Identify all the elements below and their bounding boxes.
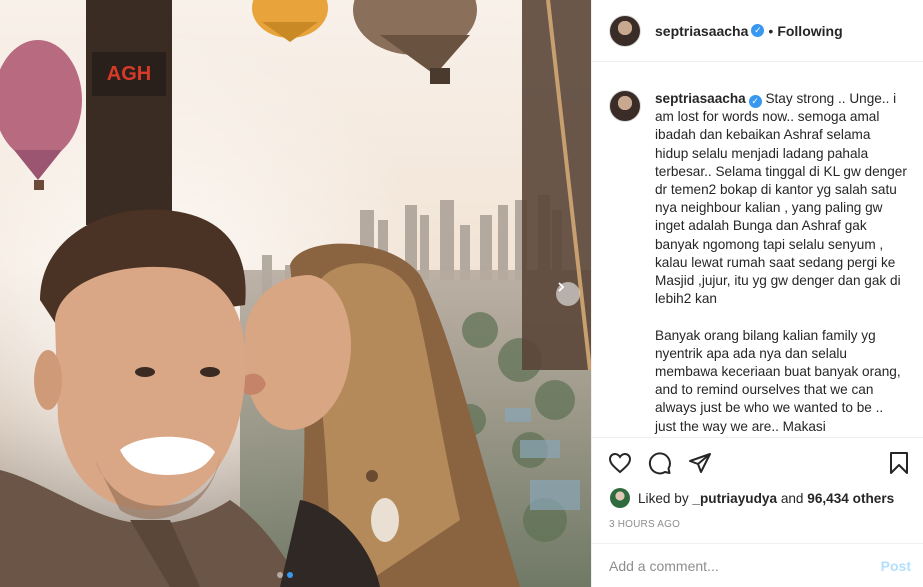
caption: septriasaacha ✓ Stay strong .. Unge.. i a… bbox=[655, 90, 907, 437]
like-button[interactable] bbox=[608, 451, 632, 475]
carousel-next-button[interactable] bbox=[556, 282, 580, 306]
post-header: septriasaacha ✓ • Following bbox=[592, 0, 923, 62]
avatar[interactable] bbox=[609, 14, 641, 47]
comments-section[interactable]: septriasaacha ✓ Stay strong .. Unge.. i a… bbox=[592, 62, 923, 437]
share-icon bbox=[689, 453, 711, 473]
carousel-dot bbox=[277, 572, 283, 578]
header-separator: • bbox=[768, 22, 774, 39]
likes-prefix: Liked by bbox=[638, 490, 689, 506]
caption-avatar[interactable] bbox=[609, 90, 641, 122]
bookmark-icon bbox=[890, 452, 908, 474]
selfie-image bbox=[0, 0, 591, 587]
comment-input[interactable]: Add a comment... bbox=[609, 558, 719, 574]
caption-username[interactable]: septriasaacha bbox=[655, 91, 746, 106]
likes-connector: and bbox=[780, 490, 804, 506]
post-timestamp[interactable]: 3 HOURS AGO bbox=[592, 519, 923, 530]
heart-icon bbox=[608, 452, 632, 474]
liker-avatar[interactable] bbox=[610, 488, 630, 508]
action-icons bbox=[592, 438, 923, 488]
post-comment-button[interactable]: Post bbox=[881, 558, 911, 574]
post-actions: Liked by _putriayudya and 96,434 others … bbox=[592, 437, 923, 530]
chevron-right-icon bbox=[558, 282, 565, 292]
verified-badge-icon: ✓ bbox=[748, 95, 762, 108]
header-username[interactable]: septriasaacha bbox=[655, 23, 748, 39]
caption-text: Stay strong .. Unge.. i am lost for word… bbox=[655, 91, 907, 434]
burner-sign: AGH bbox=[106, 63, 152, 85]
liker-username[interactable]: _putriayudya bbox=[692, 491, 777, 506]
comment-icon bbox=[648, 452, 671, 475]
likes-count-link[interactable]: 96,434 others bbox=[807, 491, 894, 506]
comment-button[interactable] bbox=[648, 451, 672, 475]
following-button[interactable]: Following bbox=[777, 23, 842, 39]
add-comment-bar: Add a comment... Post bbox=[592, 543, 923, 587]
post-photo[interactable]: AGH bbox=[0, 0, 591, 587]
save-button[interactable] bbox=[887, 451, 911, 475]
post-side-panel: septriasaacha ✓ • Following septriasaach… bbox=[591, 0, 923, 587]
share-button[interactable] bbox=[688, 451, 712, 475]
carousel-dots bbox=[277, 572, 293, 578]
carousel-dot-active bbox=[287, 572, 293, 578]
verified-badge-icon: ✓ bbox=[751, 24, 765, 37]
likes-line: Liked by _putriayudya and 96,434 others bbox=[592, 488, 923, 508]
